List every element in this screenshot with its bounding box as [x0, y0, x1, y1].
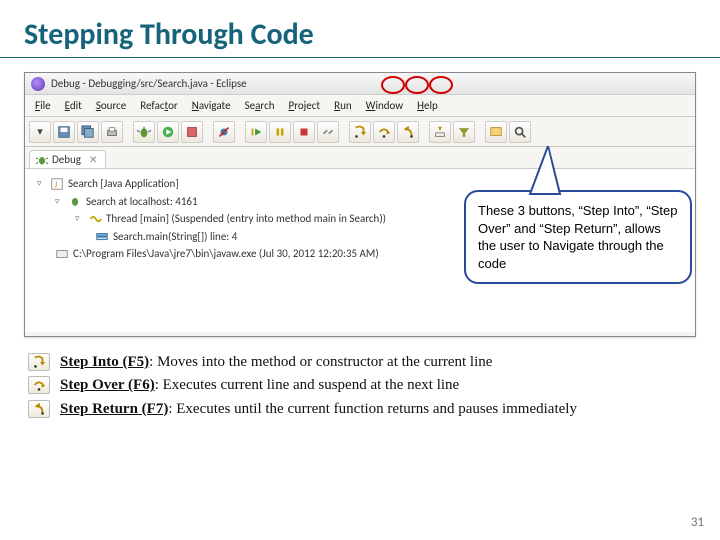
debug-target-icon	[68, 194, 82, 208]
drop-to-frame-button[interactable]	[429, 121, 451, 143]
resume-button[interactable]	[245, 121, 267, 143]
open-type-button[interactable]	[485, 121, 507, 143]
page-title: Stepping Through Code	[0, 0, 720, 58]
annotation-circle	[405, 76, 429, 94]
ext-tools-button[interactable]	[181, 121, 203, 143]
annotation-circle	[381, 76, 405, 94]
legend-step-return: Step Return (F7): Executes until the cur…	[28, 398, 692, 421]
menu-help[interactable]: Help	[411, 97, 444, 114]
step-over-icon	[28, 376, 50, 394]
legend-step-into: Step Into (F5): Moves into the method or…	[28, 351, 692, 374]
window-title: Debug - Debugging/src/Search.java - Ecli…	[51, 77, 247, 90]
suspend-button[interactable]	[269, 121, 291, 143]
thread-icon	[88, 212, 102, 226]
java-app-icon: J	[50, 177, 64, 191]
process-icon	[55, 247, 69, 261]
menu-edit[interactable]: Edit	[59, 97, 88, 114]
disconnect-button[interactable]	[317, 121, 339, 143]
bug-icon	[36, 154, 48, 166]
callout-bubble: These 3 buttons, “Step Into”, “Step Over…	[464, 190, 692, 284]
menu-refactor[interactable]: Refactor	[134, 97, 183, 114]
step-into-button[interactable]	[349, 121, 371, 143]
callout-text: These 3 buttons, “Step Into”, “Step Over…	[478, 203, 677, 271]
toolbar: ▾	[25, 117, 695, 147]
step-return-icon	[28, 400, 50, 418]
annotation-circle	[429, 76, 453, 94]
window-titlebar: Debug - Debugging/src/Search.java - Ecli…	[25, 73, 695, 95]
menu-window[interactable]: Window	[360, 97, 410, 114]
step-over-button[interactable]	[373, 121, 395, 143]
view-tabs: Debug ✕	[25, 147, 695, 169]
close-icon[interactable]: ✕	[89, 153, 97, 166]
svg-text:J: J	[54, 180, 57, 190]
page-number: 31	[691, 515, 704, 530]
menu-navigate[interactable]: Navigate	[186, 97, 237, 114]
save-all-button[interactable]	[77, 121, 99, 143]
debug-tab-label: Debug	[52, 153, 81, 166]
print-button[interactable]	[101, 121, 123, 143]
debug-tab[interactable]: Debug ✕	[29, 150, 106, 168]
step-filters-button[interactable]	[453, 121, 475, 143]
legend: Step Into (F5): Moves into the method or…	[28, 351, 692, 421]
menu-run[interactable]: Run	[328, 97, 358, 114]
terminate-button[interactable]	[293, 121, 315, 143]
eclipse-icon	[31, 77, 45, 91]
step-return-button[interactable]	[397, 121, 419, 143]
step-into-icon	[28, 353, 50, 371]
save-button[interactable]	[53, 121, 75, 143]
run-button[interactable]	[157, 121, 179, 143]
menu-project[interactable]: Project	[283, 97, 327, 114]
debug-button[interactable]	[133, 121, 155, 143]
menu-file[interactable]: File	[29, 97, 57, 114]
skip-breakpoints-button[interactable]	[213, 121, 235, 143]
stackframe-icon	[95, 230, 109, 244]
new-button[interactable]: ▾	[29, 121, 51, 143]
legend-step-over: Step Over (F6): Executes current line an…	[28, 374, 692, 397]
menu-search[interactable]: Search	[239, 97, 281, 114]
menubar[interactable]: File Edit Source Refactor Navigate Searc…	[25, 95, 695, 117]
search-button[interactable]	[509, 121, 531, 143]
menu-source[interactable]: Source	[90, 97, 132, 114]
